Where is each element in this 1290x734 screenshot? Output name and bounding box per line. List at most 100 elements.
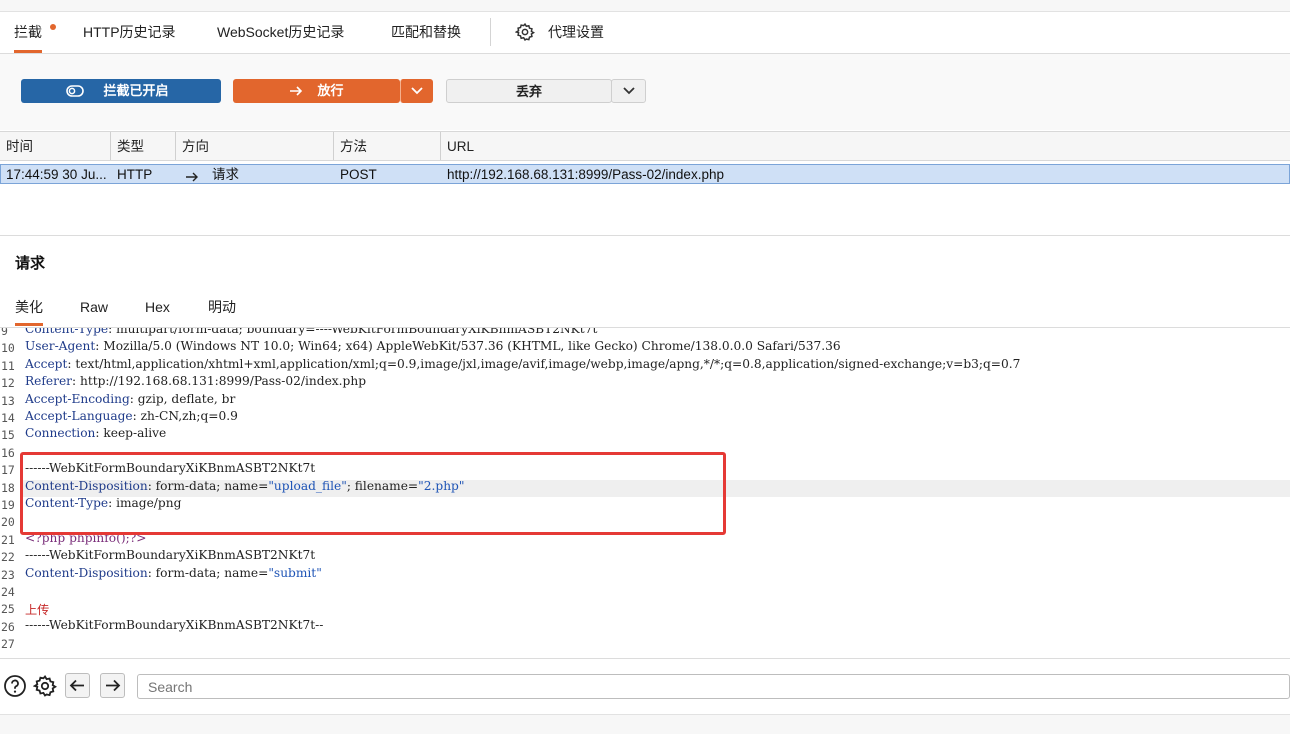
gear-icon[interactable] bbox=[33, 674, 57, 698]
request-panel-title: 请求 bbox=[15, 255, 46, 272]
code-line: 上传 bbox=[25, 600, 49, 618]
code-line: Connection: keep-alive bbox=[25, 426, 166, 440]
header-key: Accept-Encoding bbox=[25, 391, 130, 406]
header-key: Referer bbox=[25, 374, 72, 389]
header-value: : http://192.168.68.131:8999/Pass-02/ind… bbox=[71, 374, 366, 389]
drop-options-dropdown[interactable] bbox=[611, 79, 646, 103]
table-row[interactable]: 17:44:59 30 Ju... HTTP 请求 POST http://19… bbox=[0, 164, 1290, 184]
subtab-hex[interactable]: Hex bbox=[145, 292, 170, 326]
code-line: Content-Type: multipart/form-data; bound… bbox=[25, 328, 597, 336]
line-number: 21 bbox=[1, 532, 15, 547]
tab-proxy-settings-label: 代理设置 bbox=[548, 24, 604, 40]
submit-value: 上传 bbox=[25, 603, 50, 618]
panel-divider[interactable] bbox=[0, 235, 1290, 236]
window-top-strip bbox=[0, 0, 1290, 12]
subtab-raw[interactable]: Raw bbox=[80, 292, 108, 326]
code-line: ------WebKitFormBoundaryXiKBnmASBT2NKt7t… bbox=[25, 618, 323, 632]
code-line: Content-Disposition: form-data; name="su… bbox=[25, 566, 322, 580]
line-number: 20 bbox=[1, 515, 15, 530]
header-value: : text/html,application/xhtml+xml,applic… bbox=[67, 356, 1021, 371]
forward-options-dropdown[interactable] bbox=[400, 79, 433, 103]
code-line: ------WebKitFormBoundaryXiKBnmASBT2NKt7t bbox=[25, 548, 315, 562]
toggle-icon bbox=[66, 85, 84, 97]
previous-match-button[interactable] bbox=[65, 673, 90, 698]
line-number: 12 bbox=[1, 376, 15, 391]
arrow-left-icon bbox=[69, 679, 84, 692]
code-line: Referer: http://192.168.68.131:8999/Pass… bbox=[25, 374, 366, 388]
header-value: : form-data; name= bbox=[147, 565, 269, 580]
highlight-annotation-box bbox=[20, 452, 726, 535]
code-line: Accept: text/html,application/xhtml+xml,… bbox=[25, 357, 1020, 371]
row-time: 17:44:59 30 Ju... bbox=[6, 167, 107, 182]
column-header-type[interactable]: 类型 bbox=[111, 132, 176, 160]
drop-label: 丢弃 bbox=[515, 84, 542, 99]
header-key: User-Agent bbox=[25, 339, 96, 354]
header-key: Accept bbox=[25, 356, 68, 371]
forward-button[interactable]: 放行 bbox=[233, 79, 400, 103]
code-line: Accept-Language: zh-CN,zh;q=0.9 bbox=[25, 409, 238, 423]
column-header-time[interactable]: 时间 bbox=[0, 132, 111, 160]
tab-http-history[interactable]: HTTP历史记录 bbox=[83, 12, 176, 53]
row-direction: 请求 bbox=[212, 167, 239, 182]
header-key: Accept-Language bbox=[25, 409, 133, 423]
header-key: Content-Disposition bbox=[25, 565, 148, 580]
header-value: : multipart/form-data; boundary=----WebK… bbox=[108, 328, 598, 336]
body-text: ------WebKitFormBoundaryXiKBnmASBT2NKt7t… bbox=[25, 617, 324, 632]
arrow-right-icon bbox=[106, 679, 121, 692]
line-number: 16 bbox=[1, 445, 15, 460]
intercept-active-dot bbox=[50, 24, 56, 30]
tab-intercept-label: 拦截 bbox=[14, 24, 42, 40]
body-text: ------WebKitFormBoundaryXiKBnmASBT2NKt7t bbox=[25, 548, 316, 563]
row-method: POST bbox=[340, 167, 377, 182]
line-number: 14 bbox=[1, 411, 15, 425]
string-value: "submit" bbox=[268, 565, 322, 580]
chevron-down-icon bbox=[623, 87, 635, 95]
tab-match-replace[interactable]: 匹配和替换 bbox=[391, 12, 461, 53]
subtab-pretty[interactable]: 美化 bbox=[15, 292, 43, 326]
arrow-right-icon bbox=[186, 172, 198, 182]
column-header-method[interactable]: 方法 bbox=[334, 132, 441, 160]
gear-icon bbox=[515, 22, 535, 41]
column-header-url[interactable]: URL bbox=[441, 132, 1290, 160]
intercept-toggle-button[interactable]: 拦截已开启 bbox=[21, 79, 221, 103]
intercept-toggle-label: 拦截已开启 bbox=[103, 83, 169, 98]
tab-websocket-history[interactable]: WebSocket历史记录 bbox=[217, 12, 344, 53]
intercept-toolbar: 拦截已开启 放行 丢弃 bbox=[0, 54, 1290, 130]
line-number: 22 bbox=[1, 550, 15, 565]
line-number: 19 bbox=[1, 498, 15, 512]
line-number: 15 bbox=[1, 428, 15, 443]
tab-separator bbox=[490, 18, 491, 46]
tab-proxy-settings[interactable]: 代理设置 bbox=[515, 12, 604, 53]
arrow-right-icon bbox=[290, 86, 303, 96]
header-key: Connection bbox=[25, 426, 96, 441]
line-number: 17 bbox=[1, 463, 15, 478]
window-footer bbox=[0, 714, 1290, 734]
line-number: 10 bbox=[1, 341, 15, 356]
line-number: 18 bbox=[1, 480, 15, 495]
line-number: 25 bbox=[1, 602, 15, 617]
drop-button[interactable]: 丢弃 bbox=[446, 79, 612, 103]
header-key: Content-Type bbox=[25, 328, 109, 336]
proxy-tab-bar: 拦截 HTTP历史记录 WebSocket历史记录 匹配和替换 代理设置 bbox=[0, 12, 1290, 54]
line-number: 23 bbox=[1, 567, 15, 582]
next-match-button[interactable] bbox=[100, 673, 125, 698]
chevron-down-icon bbox=[411, 87, 423, 95]
forward-label: 放行 bbox=[317, 83, 344, 98]
row-type: HTTP bbox=[117, 167, 153, 182]
column-header-direction[interactable]: 方向 bbox=[176, 132, 334, 160]
header-value: : Mozilla/5.0 (Windows NT 10.0; Win64; x… bbox=[95, 339, 841, 354]
search-input[interactable] bbox=[137, 674, 1290, 699]
code-line: User-Agent: Mozilla/5.0 (Windows NT 10.0… bbox=[25, 339, 841, 353]
header-value: : gzip, deflate, br bbox=[129, 391, 236, 406]
row-url: http://192.168.68.131:8999/Pass-02/index… bbox=[447, 167, 724, 182]
header-value: : zh-CN,zh;q=0.9 bbox=[132, 409, 238, 423]
line-number: 24 bbox=[1, 585, 15, 599]
line-number: 9 bbox=[1, 328, 8, 338]
help-icon[interactable] bbox=[3, 674, 27, 698]
line-number: 11 bbox=[1, 358, 15, 373]
code-line: Accept-Encoding: gzip, deflate, br bbox=[25, 392, 235, 406]
tab-intercept[interactable]: 拦截 bbox=[14, 12, 42, 53]
subtab-render[interactable]: 明动 bbox=[208, 292, 236, 326]
line-number: 26 bbox=[1, 619, 15, 634]
intercept-table-header: 时间 类型 方向 方法 URL bbox=[0, 131, 1290, 161]
